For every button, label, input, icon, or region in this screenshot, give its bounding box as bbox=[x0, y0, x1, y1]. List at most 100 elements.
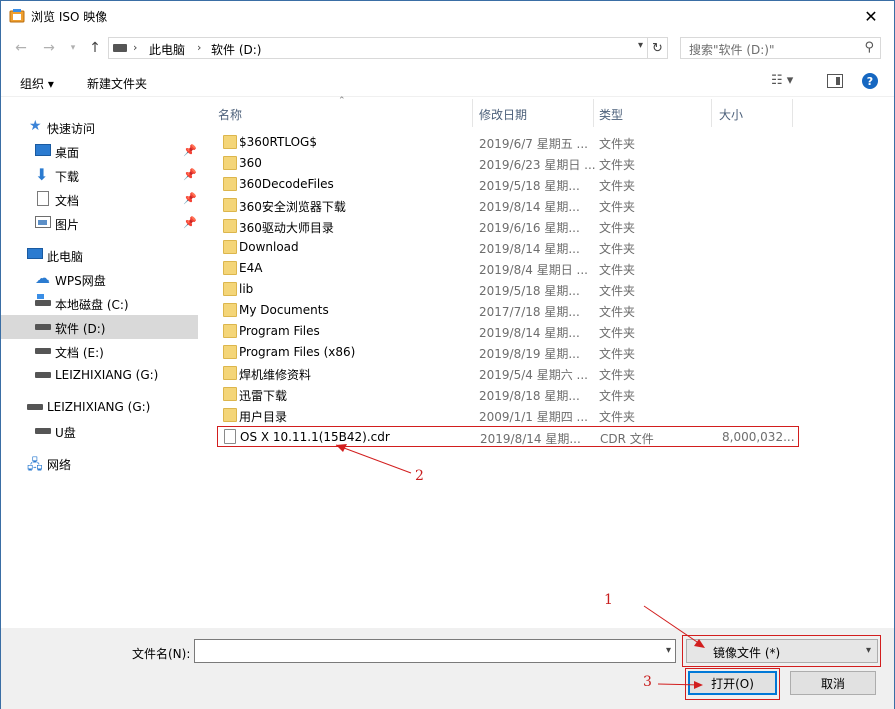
address-bar[interactable]: › 此电脑 › 软件 (D:) ▾ ↻ bbox=[108, 37, 668, 59]
breadcrumb-drive-d[interactable]: 软件 (D:) bbox=[211, 41, 261, 58]
chevron-right-icon: › bbox=[133, 41, 138, 54]
change-view-button[interactable]: ☷ ▾ bbox=[771, 73, 805, 91]
file-row[interactable]: 360DecodeFiles 2019/5/18 星期... 文件夹 bbox=[217, 174, 799, 195]
chevron-right-icon: › bbox=[197, 41, 202, 54]
sidebar-item-usb[interactable]: U盘 bbox=[1, 419, 198, 443]
close-button[interactable]: ✕ bbox=[848, 1, 894, 31]
search-icon: ⚲ bbox=[864, 40, 874, 55]
forward-button[interactable]: → bbox=[39, 38, 59, 58]
cancel-button[interactable]: 取消 bbox=[790, 671, 876, 695]
new-folder-button[interactable]: 新建文件夹 bbox=[87, 75, 147, 92]
column-divider[interactable] bbox=[711, 99, 712, 127]
star-icon: ★ bbox=[29, 118, 42, 134]
file-type: 文件夹 bbox=[599, 347, 636, 361]
preview-pane-button[interactable] bbox=[827, 74, 843, 88]
file-name: 360DecodeFiles bbox=[239, 177, 334, 191]
file-type: 文件夹 bbox=[599, 305, 636, 319]
file-date: 2019/8/14 星期... bbox=[479, 326, 580, 340]
column-header-size[interactable]: 大小 bbox=[719, 106, 743, 123]
file-row[interactable]: My Documents 2017/7/18 星期... 文件夹 bbox=[217, 300, 799, 321]
file-row[interactable]: 迅雷下载 2019/8/18 星期... 文件夹 bbox=[217, 384, 799, 405]
sidebar-item-pictures[interactable]: 图片 📌 bbox=[1, 211, 198, 235]
sidebar-item-wps-cloud[interactable]: ☁ WPS网盘 bbox=[1, 267, 198, 291]
sidebar-item-label: LEIZHIXIANG (G:) bbox=[47, 400, 151, 414]
recent-locations-button[interactable]: ▾ bbox=[63, 38, 83, 58]
drive-icon bbox=[35, 348, 51, 354]
sidebar-item-quick-access[interactable]: ★ 快速访问 bbox=[1, 115, 198, 139]
folder-icon bbox=[223, 282, 237, 296]
file-row[interactable]: Download 2019/8/14 星期... 文件夹 bbox=[217, 237, 799, 258]
file-type: 文件夹 bbox=[599, 158, 636, 172]
column-divider[interactable] bbox=[593, 99, 594, 127]
file-type: 文件夹 bbox=[599, 137, 636, 151]
annotation-box-filter bbox=[682, 635, 881, 667]
help-button[interactable]: ? bbox=[862, 73, 878, 89]
file-type: 文件夹 bbox=[599, 242, 636, 256]
sidebar-item-documents[interactable]: 文档 📌 bbox=[1, 187, 198, 211]
computer-icon bbox=[27, 248, 43, 259]
file-row[interactable]: 360驱动大师目录 2019/6/16 星期... 文件夹 bbox=[217, 216, 799, 237]
folder-icon bbox=[223, 408, 237, 422]
download-icon: ⬇ bbox=[35, 165, 49, 184]
sidebar-item-drive-d[interactable]: 软件 (D:) bbox=[1, 315, 198, 339]
sidebar-item-label: 软件 (D:) bbox=[55, 322, 106, 336]
file-row[interactable]: E4A 2019/8/4 星期日 ... 文件夹 bbox=[217, 258, 799, 279]
column-header-date[interactable]: 修改日期 bbox=[479, 106, 527, 123]
drive-icon bbox=[113, 44, 127, 52]
file-date: 2019/8/14 星期... bbox=[480, 432, 581, 446]
vertical-scrollbar[interactable] bbox=[882, 99, 894, 627]
file-name: 360安全浏览器下载 bbox=[239, 200, 346, 214]
sidebar-item-label: 此电脑 bbox=[47, 250, 84, 264]
arrow-right-icon: → bbox=[43, 40, 55, 56]
sidebar-item-drive-c[interactable]: 本地磁盘 (C:) bbox=[1, 291, 198, 315]
chevron-down-icon[interactable]: ▾ bbox=[638, 40, 643, 51]
refresh-button[interactable]: ↻ bbox=[647, 38, 667, 58]
file-name: My Documents bbox=[239, 303, 329, 317]
sidebar-item-drive-e[interactable]: 文档 (E:) bbox=[1, 339, 198, 363]
file-row[interactable]: 360安全浏览器下载 2019/8/14 星期... 文件夹 bbox=[217, 195, 799, 216]
up-button[interactable]: ↑ bbox=[85, 38, 105, 58]
file-date: 2019/5/4 星期六 ... bbox=[479, 368, 588, 382]
file-type: 文件夹 bbox=[599, 368, 636, 382]
column-header-type[interactable]: 类型 bbox=[599, 106, 623, 123]
file-row[interactable]: lib 2019/5/18 星期... 文件夹 bbox=[217, 279, 799, 300]
file-size: 8,000,032... bbox=[722, 430, 795, 444]
file-row[interactable]: 焊机维修资料 2019/5/4 星期六 ... 文件夹 bbox=[217, 363, 799, 384]
sidebar-item-label: LEIZHIXIANG (G:) bbox=[55, 368, 159, 382]
chevron-down-icon[interactable]: ▾ bbox=[666, 645, 671, 656]
column-header-name[interactable]: 名称 bbox=[218, 106, 242, 123]
folder-icon bbox=[223, 303, 237, 317]
column-divider[interactable] bbox=[472, 99, 473, 127]
file-date: 2019/8/14 星期... bbox=[479, 242, 580, 256]
filename-input[interactable]: ▾ bbox=[194, 639, 676, 663]
sidebar-item-removable-g[interactable]: LEIZHIXIANG (G:) bbox=[1, 395, 198, 419]
file-row[interactable]: 360 2019/6/23 星期日 ... 文件夹 bbox=[217, 153, 799, 174]
file-date: 2019/5/18 星期... bbox=[479, 179, 580, 193]
breadcrumb-this-pc[interactable]: 此电脑 bbox=[149, 41, 185, 58]
annotation-number-3: 3 bbox=[643, 674, 652, 690]
file-name: 360驱动大师目录 bbox=[239, 221, 334, 235]
navigation-bar: ← → ▾ ↑ › 此电脑 › 软件 (D:) ▾ ↻ 搜索"软件 (D:)" … bbox=[1, 34, 894, 62]
file-name: OS X 10.11.1(15B42).cdr bbox=[240, 430, 390, 444]
sidebar-item-network[interactable]: 🖧 网络 bbox=[1, 451, 198, 475]
folder-icon bbox=[223, 240, 237, 254]
organize-button[interactable]: 组织 ▾ bbox=[20, 75, 54, 92]
sidebar-item-downloads[interactable]: ⬇ 下载 📌 bbox=[1, 163, 198, 187]
file-row[interactable]: 用户目录 2009/1/1 星期四 ... 文件夹 bbox=[217, 405, 799, 426]
sidebar-item-this-pc[interactable]: 此电脑 bbox=[1, 243, 198, 267]
folder-icon bbox=[223, 387, 237, 401]
file-row[interactable]: Program Files 2019/8/14 星期... 文件夹 bbox=[217, 321, 799, 342]
column-divider[interactable] bbox=[792, 99, 793, 127]
pictures-icon bbox=[35, 216, 51, 228]
file-row-iso-image[interactable]: OS X 10.11.1(15B42).cdr 2019/8/14 星期... … bbox=[217, 426, 799, 447]
sidebar-item-desktop[interactable]: 桌面 📌 bbox=[1, 139, 198, 163]
file-row[interactable]: $360RTLOG$ 2019/6/7 星期五 ... 文件夹 bbox=[217, 132, 799, 153]
sidebar-item-drive-g[interactable]: LEIZHIXIANG (G:) bbox=[1, 363, 198, 387]
drive-icon bbox=[35, 372, 51, 378]
file-type: CDR 文件 bbox=[600, 432, 654, 446]
back-button[interactable]: ← bbox=[11, 38, 31, 58]
file-row[interactable]: Program Files (x86) 2019/8/19 星期... 文件夹 bbox=[217, 342, 799, 363]
file-type: 文件夹 bbox=[599, 263, 636, 277]
folder-icon bbox=[223, 198, 237, 212]
search-input[interactable]: 搜索"软件 (D:)" ⚲ bbox=[680, 37, 881, 59]
